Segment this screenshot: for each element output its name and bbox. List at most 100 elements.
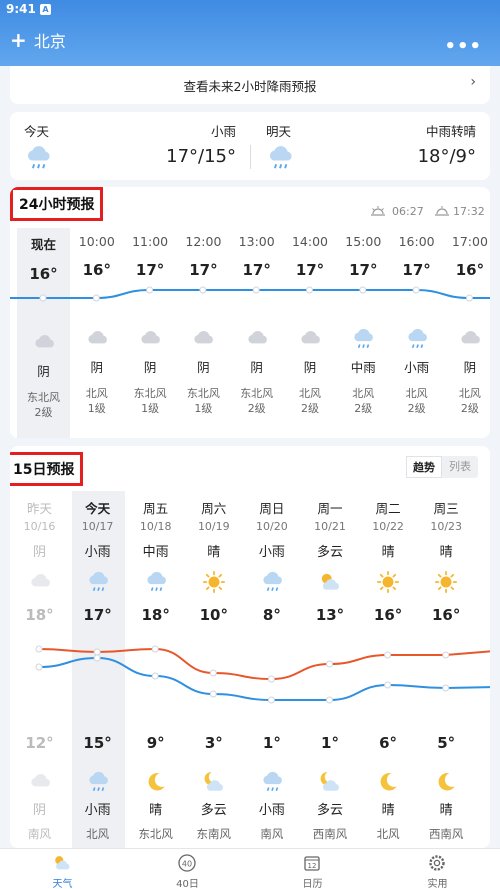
nav-label: 40日 — [176, 879, 199, 889]
city-name: 北京 — [33, 32, 66, 51]
hour-wind-level: 1级 — [87, 402, 106, 415]
hour-time: 12:00 — [185, 234, 222, 249]
hour-desc: 阴 — [250, 360, 263, 375]
hour-desc: 中雨 — [350, 360, 376, 375]
hour-wind-level: 2级 — [407, 402, 426, 415]
day-column[interactable]: 周一 10/21 多云 13° — [304, 498, 357, 624]
day-temp-point — [209, 669, 217, 677]
nav-forty-day[interactable]: 40 40日 — [125, 849, 250, 889]
nav-label: 日历 — [302, 879, 323, 889]
hour-wind-level: 1级 — [141, 402, 160, 415]
day-night-column[interactable]: 3° 多云 东南风 — [187, 734, 240, 842]
day-temp-point — [442, 651, 450, 659]
hour-desc: 阴 — [197, 360, 210, 375]
cloud-icon — [32, 331, 56, 355]
weather-icon — [52, 853, 72, 873]
day-night-column[interactable]: 1° 小雨 南风 — [245, 734, 298, 842]
day-night-column[interactable]: 12° 阴 南风 — [13, 734, 66, 842]
rain-cloud-icon — [86, 770, 110, 794]
nav-weather[interactable]: 天气 — [0, 849, 125, 889]
day-night-column[interactable]: 15° 小雨 北风 — [71, 734, 124, 842]
hour-column[interactable]: 现在 16° 阴 东北风 2级 — [17, 234, 70, 420]
hour-time: 11:00 — [132, 234, 169, 249]
day-low-temp: 1° — [321, 734, 339, 752]
day-temp-point — [267, 675, 275, 683]
day-name: 今天 — [85, 501, 111, 516]
hour-column[interactable]: 15:00 17° 中雨 北风 2级 — [337, 234, 390, 416]
day-night-column[interactable]: 5° 晴 西南风 — [420, 734, 473, 842]
forty-day-icon: 40 — [177, 853, 197, 873]
hour-column[interactable]: 14:00 17° 阴 北风 2级 — [284, 234, 337, 416]
hour-wind-level: 1级 — [194, 402, 213, 415]
add-city-icon[interactable]: + — [10, 28, 27, 52]
night-desc: 晴 — [381, 803, 395, 818]
city-selector[interactable]: + 北京 — [10, 28, 66, 52]
day-column[interactable]: 周三 10/23 晴 16° — [420, 498, 473, 624]
moon-icon — [434, 770, 458, 794]
day-column[interactable]: 周日 10/20 小雨 8° — [245, 498, 298, 624]
day-temp-point — [326, 660, 333, 668]
sunset-time: 17:32 — [453, 205, 485, 218]
sunrise-icon — [370, 205, 386, 217]
calendar-icon: 12 — [302, 853, 322, 873]
hour-column[interactable]: 12:00 17° 阴 东北风 1级 — [177, 234, 230, 416]
day-high-temp: 8° — [262, 606, 281, 624]
day-night-column[interactable]: 6° 晴 北风 — [362, 734, 415, 842]
tomorrow-summary[interactable]: 明天 中雨转晴 18°/9° — [250, 112, 490, 180]
hour-time: 13:00 — [238, 234, 275, 249]
day-low-temp: 5° — [437, 734, 456, 752]
hour-column[interactable]: 16:00 17° 小雨 北风 2级 — [390, 234, 443, 416]
rain-cloud-icon — [86, 570, 110, 594]
notification-icon: A — [40, 4, 51, 15]
day-high-temp: 17° — [83, 606, 112, 624]
rain-cloud-icon — [260, 570, 284, 594]
trend-toggle-button[interactable]: 趋势 — [406, 456, 442, 478]
day-column[interactable]: 今天 10/17 小雨 17° — [71, 498, 124, 624]
day-night-column[interactable]: 9° 晴 东北风 — [129, 734, 182, 842]
sunrise-time: 06:27 — [392, 205, 424, 218]
day-column[interactable]: 周二 10/22 晴 16° — [362, 498, 415, 624]
rain-cloud-icon — [266, 144, 294, 172]
daily-title: 15日预报 — [10, 452, 84, 486]
list-toggle-button[interactable]: 列表 — [442, 456, 478, 478]
more-menu-icon[interactable]: ••• — [444, 36, 482, 57]
hour-column[interactable]: 11:00 17° 阴 东北风 1级 — [124, 234, 177, 416]
hour-column[interactable]: 10:00 16° 阴 北风 1级 — [70, 234, 123, 416]
day-high-temp: 10° — [199, 606, 228, 624]
cloud-icon — [298, 327, 322, 351]
hour-column[interactable]: 13:00 17° 阴 东北风 2级 — [230, 234, 283, 416]
nav-calendar[interactable]: 12 日历 — [250, 849, 375, 889]
day-name: 周三 — [433, 501, 459, 516]
hour-column[interactable]: 17:00 16° 阴 北风 2级 — [443, 234, 490, 416]
day-temp-point — [384, 681, 392, 689]
sun-icon — [376, 570, 400, 594]
day-low-temp: 6° — [379, 734, 398, 752]
rain-cloud-icon — [405, 327, 429, 351]
svg-text:12: 12 — [308, 862, 317, 870]
day-low-temp: 1° — [262, 734, 281, 752]
day-temp-point — [93, 648, 101, 656]
day-name: 周五 — [143, 501, 169, 516]
cloud-icon — [138, 327, 162, 351]
hour-wind: 东北风 — [186, 387, 220, 400]
day-night-column[interactable]: 1° 多云 西南风 — [304, 734, 357, 842]
day-column[interactable]: 周六 10/19 晴 10° — [187, 498, 240, 624]
day-desc: 晴 — [207, 545, 221, 560]
rain-cloud-icon — [260, 770, 284, 794]
hour-wind: 北风 — [352, 387, 375, 400]
hour-desc: 阴 — [463, 360, 477, 375]
hour-temp: 16° — [29, 265, 58, 283]
cloud-icon — [28, 770, 52, 794]
rain-forecast-banner[interactable]: 查看未来2小时降雨预报 › — [10, 66, 490, 104]
hour-temp: 17° — [135, 261, 165, 279]
day-name: 昨天 — [26, 501, 52, 516]
day-column[interactable]: 昨天 10/16 阴 18° — [13, 498, 66, 624]
day-temp-point — [326, 696, 333, 704]
nav-gear[interactable]: 实用 — [375, 849, 500, 889]
hour-desc: 阴 — [143, 360, 157, 375]
today-summary[interactable]: 今天 小雨 17°/15° — [10, 112, 250, 180]
hour-wind: 东北风 — [240, 387, 274, 400]
day-column[interactable]: 周五 10/18 中雨 18° — [129, 498, 182, 624]
day-temp-point — [93, 654, 101, 662]
app-header: 9:41 A + 北京 ••• — [0, 0, 500, 66]
